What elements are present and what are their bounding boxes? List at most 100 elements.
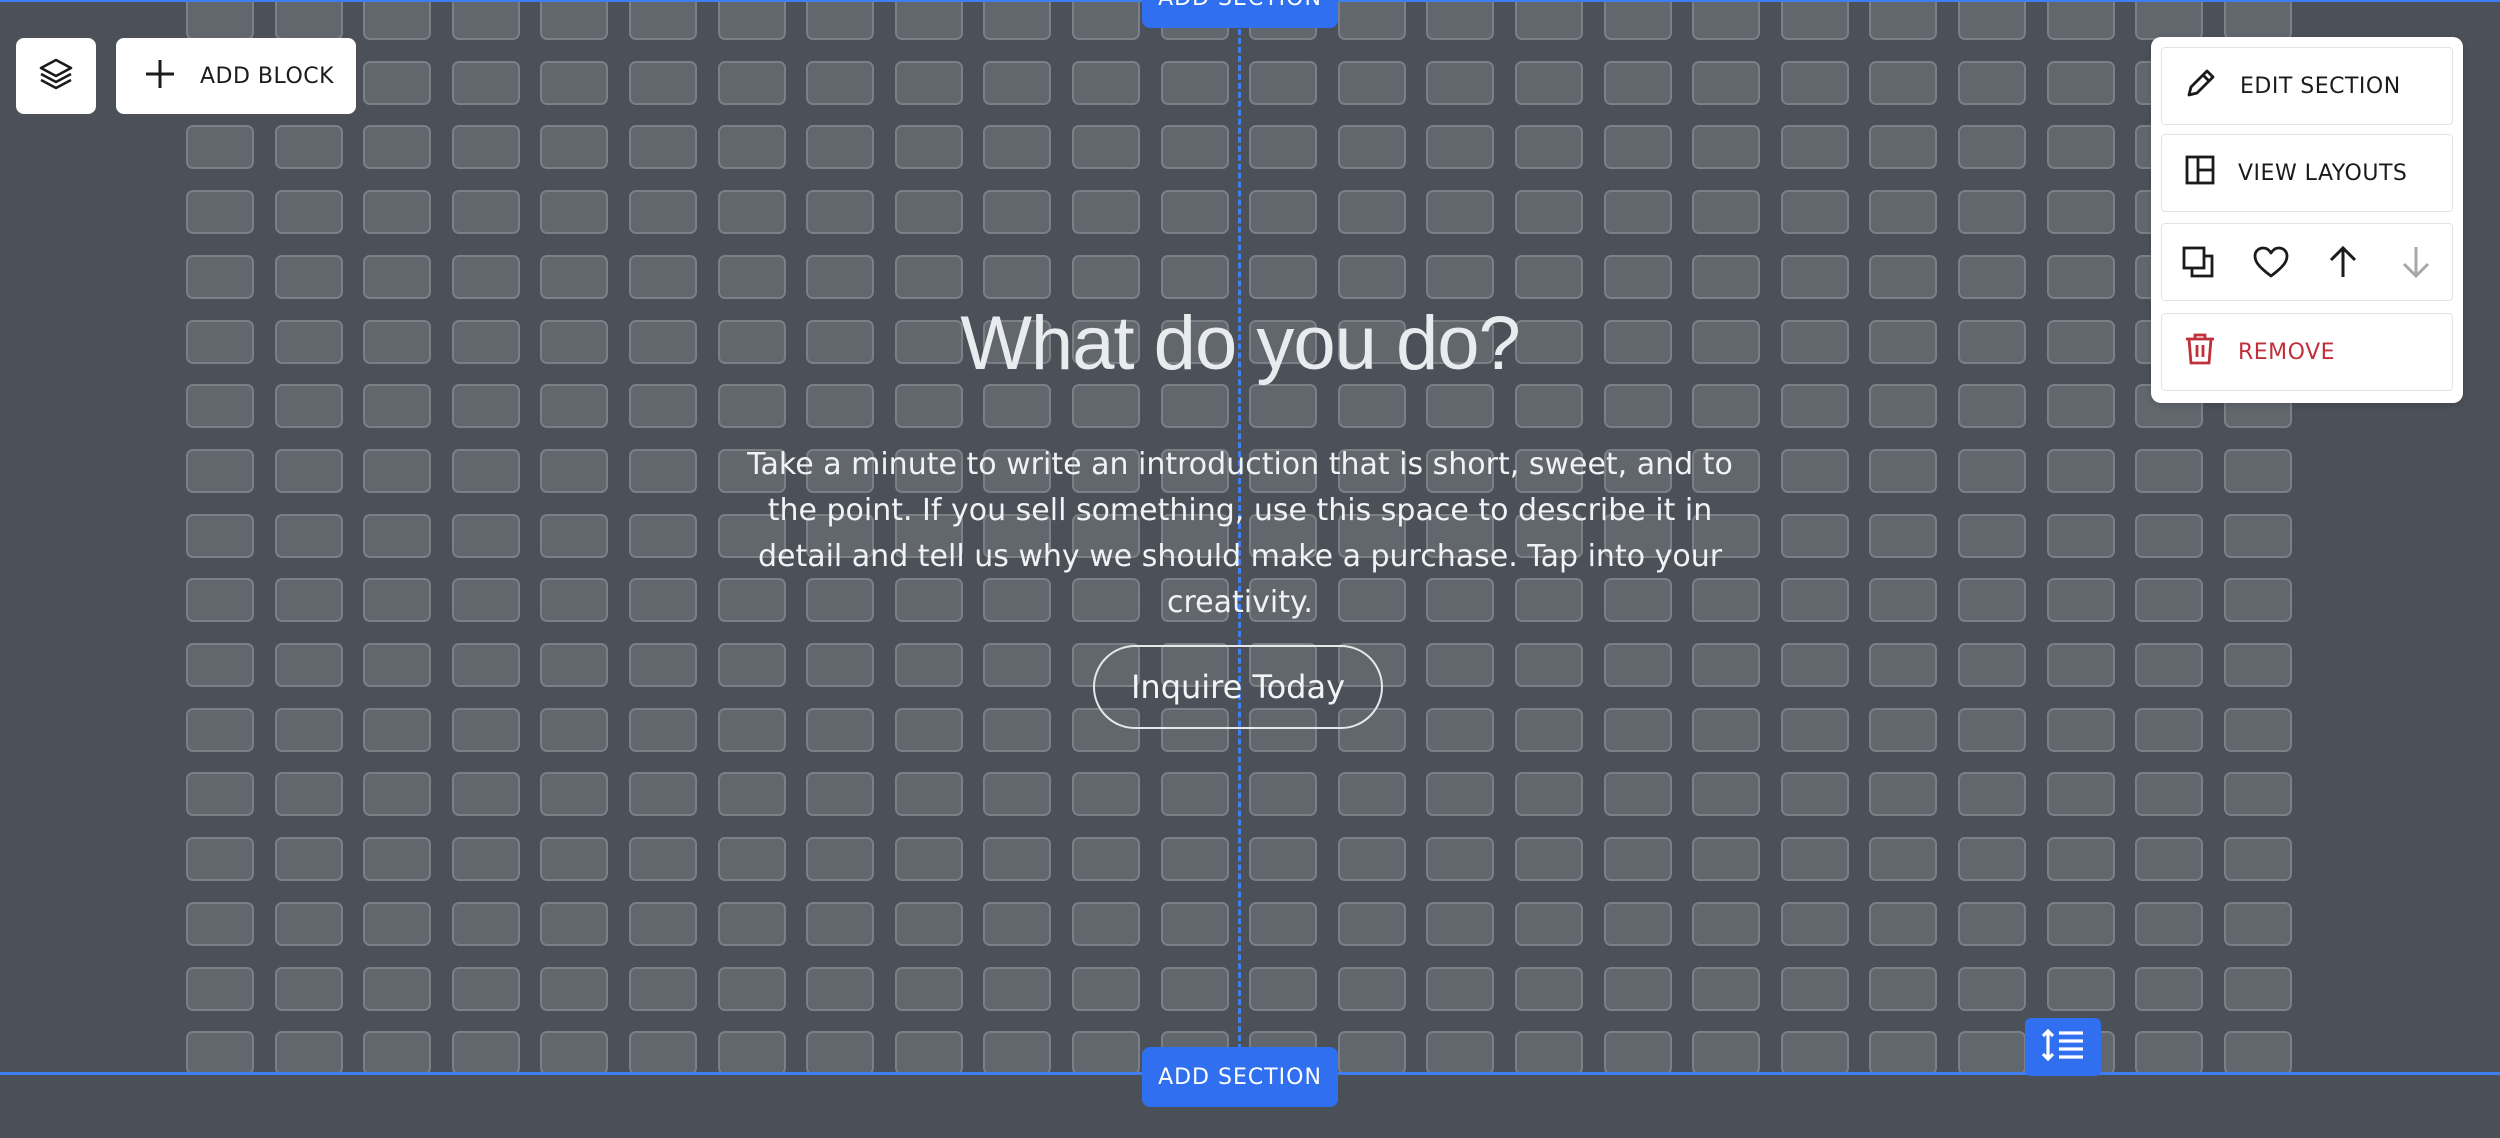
add-block-button[interactable]: ADD BLOCK	[116, 38, 356, 114]
grid-cell	[1780, 643, 1849, 687]
grid-cell	[894, 2, 963, 40]
grid-cell	[1072, 772, 1140, 817]
grid-cell	[1603, 966, 1672, 1011]
grid-cell	[363, 707, 432, 752]
heart-icon[interactable]	[2236, 223, 2306, 301]
grid-cell	[2046, 125, 2115, 170]
grid-cell	[363, 125, 432, 170]
grid-cell	[1780, 901, 1849, 946]
grid-cell	[274, 901, 343, 946]
grid-cell	[1869, 125, 1938, 170]
grid-cell	[1692, 772, 1761, 817]
grid-cell	[894, 1031, 963, 1072]
grid-cell	[2135, 2, 2204, 40]
grid-cell	[1072, 190, 1140, 235]
grid-cell	[894, 707, 963, 752]
grid-cell	[186, 643, 254, 687]
grid-cell	[806, 901, 875, 946]
pencil-icon	[2184, 66, 2218, 106]
grid-cell	[186, 513, 254, 558]
grid-cell	[717, 966, 786, 1011]
grid-cell	[1692, 837, 1761, 882]
grid-cell	[540, 1031, 609, 1072]
grid-cell	[1337, 772, 1406, 817]
grid-cell	[1958, 707, 2026, 752]
grid-cell	[1958, 1031, 2026, 1072]
grid-cell	[1160, 837, 1229, 882]
grid-cell	[1958, 254, 2026, 299]
duplicate-icon[interactable]	[2163, 223, 2233, 301]
grid-cell	[540, 707, 609, 752]
layers-button[interactable]	[16, 38, 96, 114]
line-spacing-icon	[2041, 1028, 2085, 1067]
add-section-top-button[interactable]: ADD SECTION	[1142, 0, 1338, 28]
grid-cell	[983, 707, 1052, 752]
grid-cell	[1515, 837, 1583, 882]
remove-label: REMOVE	[2238, 339, 2336, 365]
grid-cell	[2223, 837, 2292, 882]
grid-cell	[540, 837, 609, 882]
grid-cell	[717, 190, 786, 235]
grid-cell	[2135, 901, 2204, 946]
grid-cell	[2223, 2, 2292, 40]
grid-cell	[363, 837, 432, 882]
grid-cell	[363, 254, 432, 299]
grid-cell	[1515, 190, 1583, 235]
page-section[interactable]: What do you do? Take a minute to write a…	[0, 0, 2500, 1075]
section-intro-text[interactable]: Take a minute to write an introduction t…	[730, 442, 1750, 626]
grid-cell	[1958, 966, 2026, 1011]
grid-cell	[363, 384, 432, 429]
edit-section-button[interactable]: EDIT SECTION	[2161, 47, 2453, 125]
grid-cell	[1515, 125, 1583, 170]
grid-cell	[1692, 707, 1761, 752]
grid-cell	[274, 254, 343, 299]
grid-cell	[629, 837, 697, 882]
grid-cell	[363, 60, 432, 105]
grid-cell	[2135, 1031, 2204, 1072]
grid-cell	[1869, 254, 1938, 299]
grid-cell	[451, 578, 520, 623]
grid-cell	[2223, 707, 2292, 752]
grid-cell	[363, 2, 432, 40]
grid-cell	[1603, 125, 1672, 170]
inquire-button[interactable]: Inquire Today	[1093, 645, 1383, 729]
grid-cell	[894, 384, 963, 429]
grid-cell	[1869, 837, 1938, 882]
grid-cell	[451, 837, 520, 882]
grid-cell	[1426, 2, 1495, 40]
grid-cell	[717, 1031, 786, 1072]
grid-cell	[2046, 643, 2115, 687]
grid-cell	[1072, 60, 1140, 105]
grid-cell	[806, 2, 875, 40]
grid-cell	[274, 2, 343, 40]
grid-cell	[1072, 254, 1140, 299]
add-section-bottom-button[interactable]: ADD SECTION	[1142, 1047, 1338, 1107]
grid-cell	[1869, 643, 1938, 687]
grid-cell	[186, 190, 254, 235]
grid-cell	[2135, 578, 2204, 623]
grid-cell	[1692, 384, 1761, 429]
grid-cell	[2135, 707, 2204, 752]
grid-cell	[983, 643, 1052, 687]
grid-cell	[1515, 966, 1583, 1011]
grid-cell	[629, 901, 697, 946]
grid-cell	[629, 60, 697, 105]
grid-cell	[717, 643, 786, 687]
grid-cell	[894, 901, 963, 946]
section-spacing-button[interactable]	[2025, 1018, 2101, 1076]
grid-cell	[1958, 384, 2026, 429]
grid-cell	[894, 772, 963, 817]
view-layouts-button[interactable]: VIEW LAYOUTS	[2161, 134, 2453, 212]
grid-cell	[1780, 772, 1849, 817]
arrow-up-icon[interactable]	[2308, 223, 2378, 301]
grid-cell	[274, 578, 343, 623]
section-heading[interactable]: What do you do?	[0, 300, 2480, 387]
grid-cell	[1426, 190, 1495, 235]
grid-cell	[983, 125, 1052, 170]
grid-cell	[2046, 384, 2115, 429]
grid-cell	[717, 384, 786, 429]
grid-cell	[1692, 190, 1761, 235]
grid-cell	[806, 772, 875, 817]
remove-section-button[interactable]: REMOVE	[2161, 313, 2453, 391]
grid-cell	[2135, 772, 2204, 817]
